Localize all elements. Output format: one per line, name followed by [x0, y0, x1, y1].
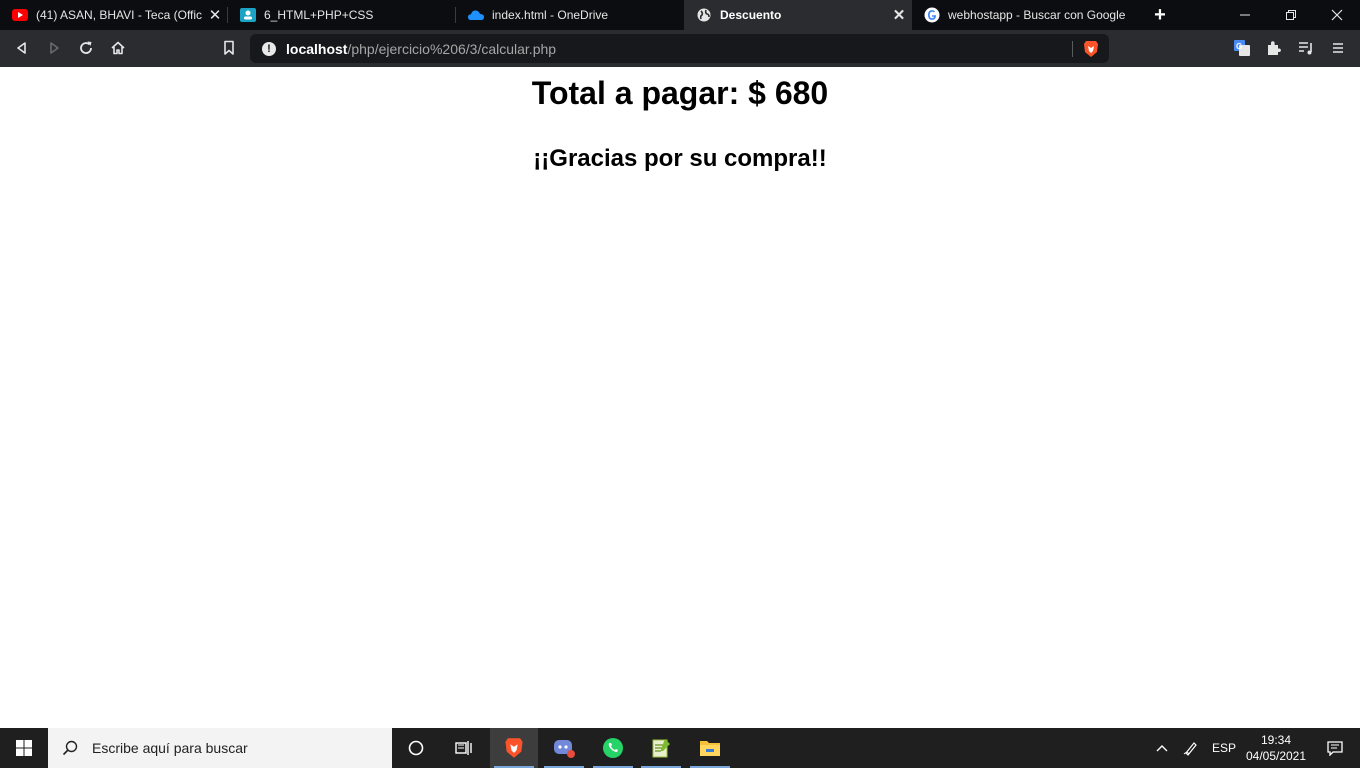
- cortana-button[interactable]: [392, 728, 440, 768]
- taskbar-whatsapp[interactable]: [589, 728, 637, 768]
- thanks-heading: ¡¡Gracias por su compra!!: [533, 145, 827, 172]
- start-button[interactable]: [0, 728, 48, 768]
- clock-time: 19:34: [1260, 733, 1292, 747]
- site-info-icon[interactable]: !: [262, 41, 276, 56]
- home-icon[interactable]: [106, 36, 130, 60]
- windows-logo-icon: [16, 740, 32, 756]
- classroom-icon: [240, 7, 256, 23]
- tab-descuento[interactable]: Descuento ✕: [684, 0, 912, 30]
- browser-window: (41) ASAN, BHAVI - Teca (Official ✕ 6_HT…: [0, 0, 1360, 67]
- taskbar-notepadpp[interactable]: [637, 728, 685, 768]
- translate-icon[interactable]: G: [1230, 36, 1254, 60]
- language-indicator[interactable]: ESP: [1206, 741, 1242, 755]
- discord-icon: [554, 740, 575, 758]
- youtube-icon: [12, 7, 28, 23]
- task-view-icon: [455, 741, 472, 755]
- menu-icon[interactable]: [1326, 36, 1350, 60]
- taskbar-discord[interactable]: [540, 728, 588, 768]
- address-bar[interactable]: ! localhost/php/ejercicio%206/3/calcular…: [250, 34, 1109, 63]
- url-path: /php/ejercicio%206/3/calcular.php: [347, 40, 557, 57]
- tab-title: 6_HTML+PHP+CSS: [264, 8, 374, 22]
- taskbar-file-explorer[interactable]: [686, 728, 734, 768]
- tab-youtube[interactable]: (41) ASAN, BHAVI - Teca (Official ✕: [0, 0, 228, 30]
- taskbar-brave[interactable]: [490, 728, 538, 768]
- cortana-icon: [408, 740, 424, 756]
- extensions-icon[interactable]: [1262, 36, 1286, 60]
- bookmark-icon[interactable]: [217, 36, 241, 60]
- onedrive-icon: [468, 7, 484, 23]
- tab-google[interactable]: webhostapp - Buscar con Google: [912, 0, 1140, 30]
- reload-icon[interactable]: [74, 36, 98, 60]
- clock[interactable]: 19:34 04/05/2021: [1242, 732, 1310, 764]
- tab-strip: (41) ASAN, BHAVI - Teca (Official ✕ 6_HT…: [0, 0, 1360, 30]
- close-tab-icon[interactable]: ✕: [886, 6, 912, 24]
- url-host: localhost: [286, 40, 348, 57]
- chevron-up-icon[interactable]: [1148, 744, 1176, 752]
- browser-toolbar: ! localhost/php/ejercicio%206/3/calcular…: [0, 30, 1360, 67]
- tab-classroom[interactable]: 6_HTML+PHP+CSS: [228, 0, 456, 30]
- task-view-button[interactable]: [440, 728, 488, 768]
- search-icon: [62, 740, 78, 756]
- whatsapp-icon: [603, 738, 623, 758]
- minimize-button[interactable]: [1222, 0, 1268, 30]
- taskbar: Escribe aquí para buscar ESP 19:34 04/05…: [0, 728, 1360, 768]
- address-bar-divider: [1072, 41, 1073, 57]
- svg-text:G: G: [1236, 42, 1242, 51]
- folder-icon: [700, 741, 720, 756]
- clock-date: 04/05/2021: [1245, 749, 1307, 763]
- brave-icon: [505, 738, 523, 758]
- window-controls: [1222, 0, 1360, 30]
- forward-icon[interactable]: [42, 36, 66, 60]
- system-tray: ESP 19:34 04/05/2021: [1148, 728, 1360, 768]
- tab-title: index.html - OneDrive: [492, 8, 609, 22]
- google-icon: [924, 7, 940, 23]
- close-window-button[interactable]: [1314, 0, 1360, 30]
- pen-icon[interactable]: [1176, 740, 1206, 756]
- media-playlist-icon[interactable]: [1294, 36, 1318, 60]
- tab-title: Descuento: [720, 8, 782, 22]
- new-tab-button[interactable]: +: [1140, 0, 1180, 30]
- tab-onedrive[interactable]: index.html - OneDrive: [456, 0, 684, 30]
- tab-title: webhostapp - Buscar con Google: [948, 8, 1126, 22]
- restore-button[interactable]: [1268, 0, 1314, 30]
- close-tab-icon[interactable]: ✕: [202, 6, 228, 24]
- notifications-icon[interactable]: [1310, 740, 1360, 756]
- notepad-plus-icon: [652, 739, 670, 758]
- brave-shields-icon[interactable]: [1083, 40, 1099, 63]
- globe-icon: [696, 7, 712, 23]
- back-icon[interactable]: [10, 36, 34, 60]
- tab-title: (41) ASAN, BHAVI - Teca (Official: [36, 8, 202, 22]
- search-placeholder: Escribe aquí para buscar: [92, 740, 248, 756]
- taskbar-search[interactable]: Escribe aquí para buscar: [48, 728, 392, 768]
- page-content: Total a pagar: $ 680 ¡¡Gracias por su co…: [0, 67, 1360, 728]
- url-text[interactable]: localhost/php/ejercicio%206/3/calcular.p…: [286, 41, 556, 57]
- total-heading: Total a pagar: $ 680: [531, 75, 829, 111]
